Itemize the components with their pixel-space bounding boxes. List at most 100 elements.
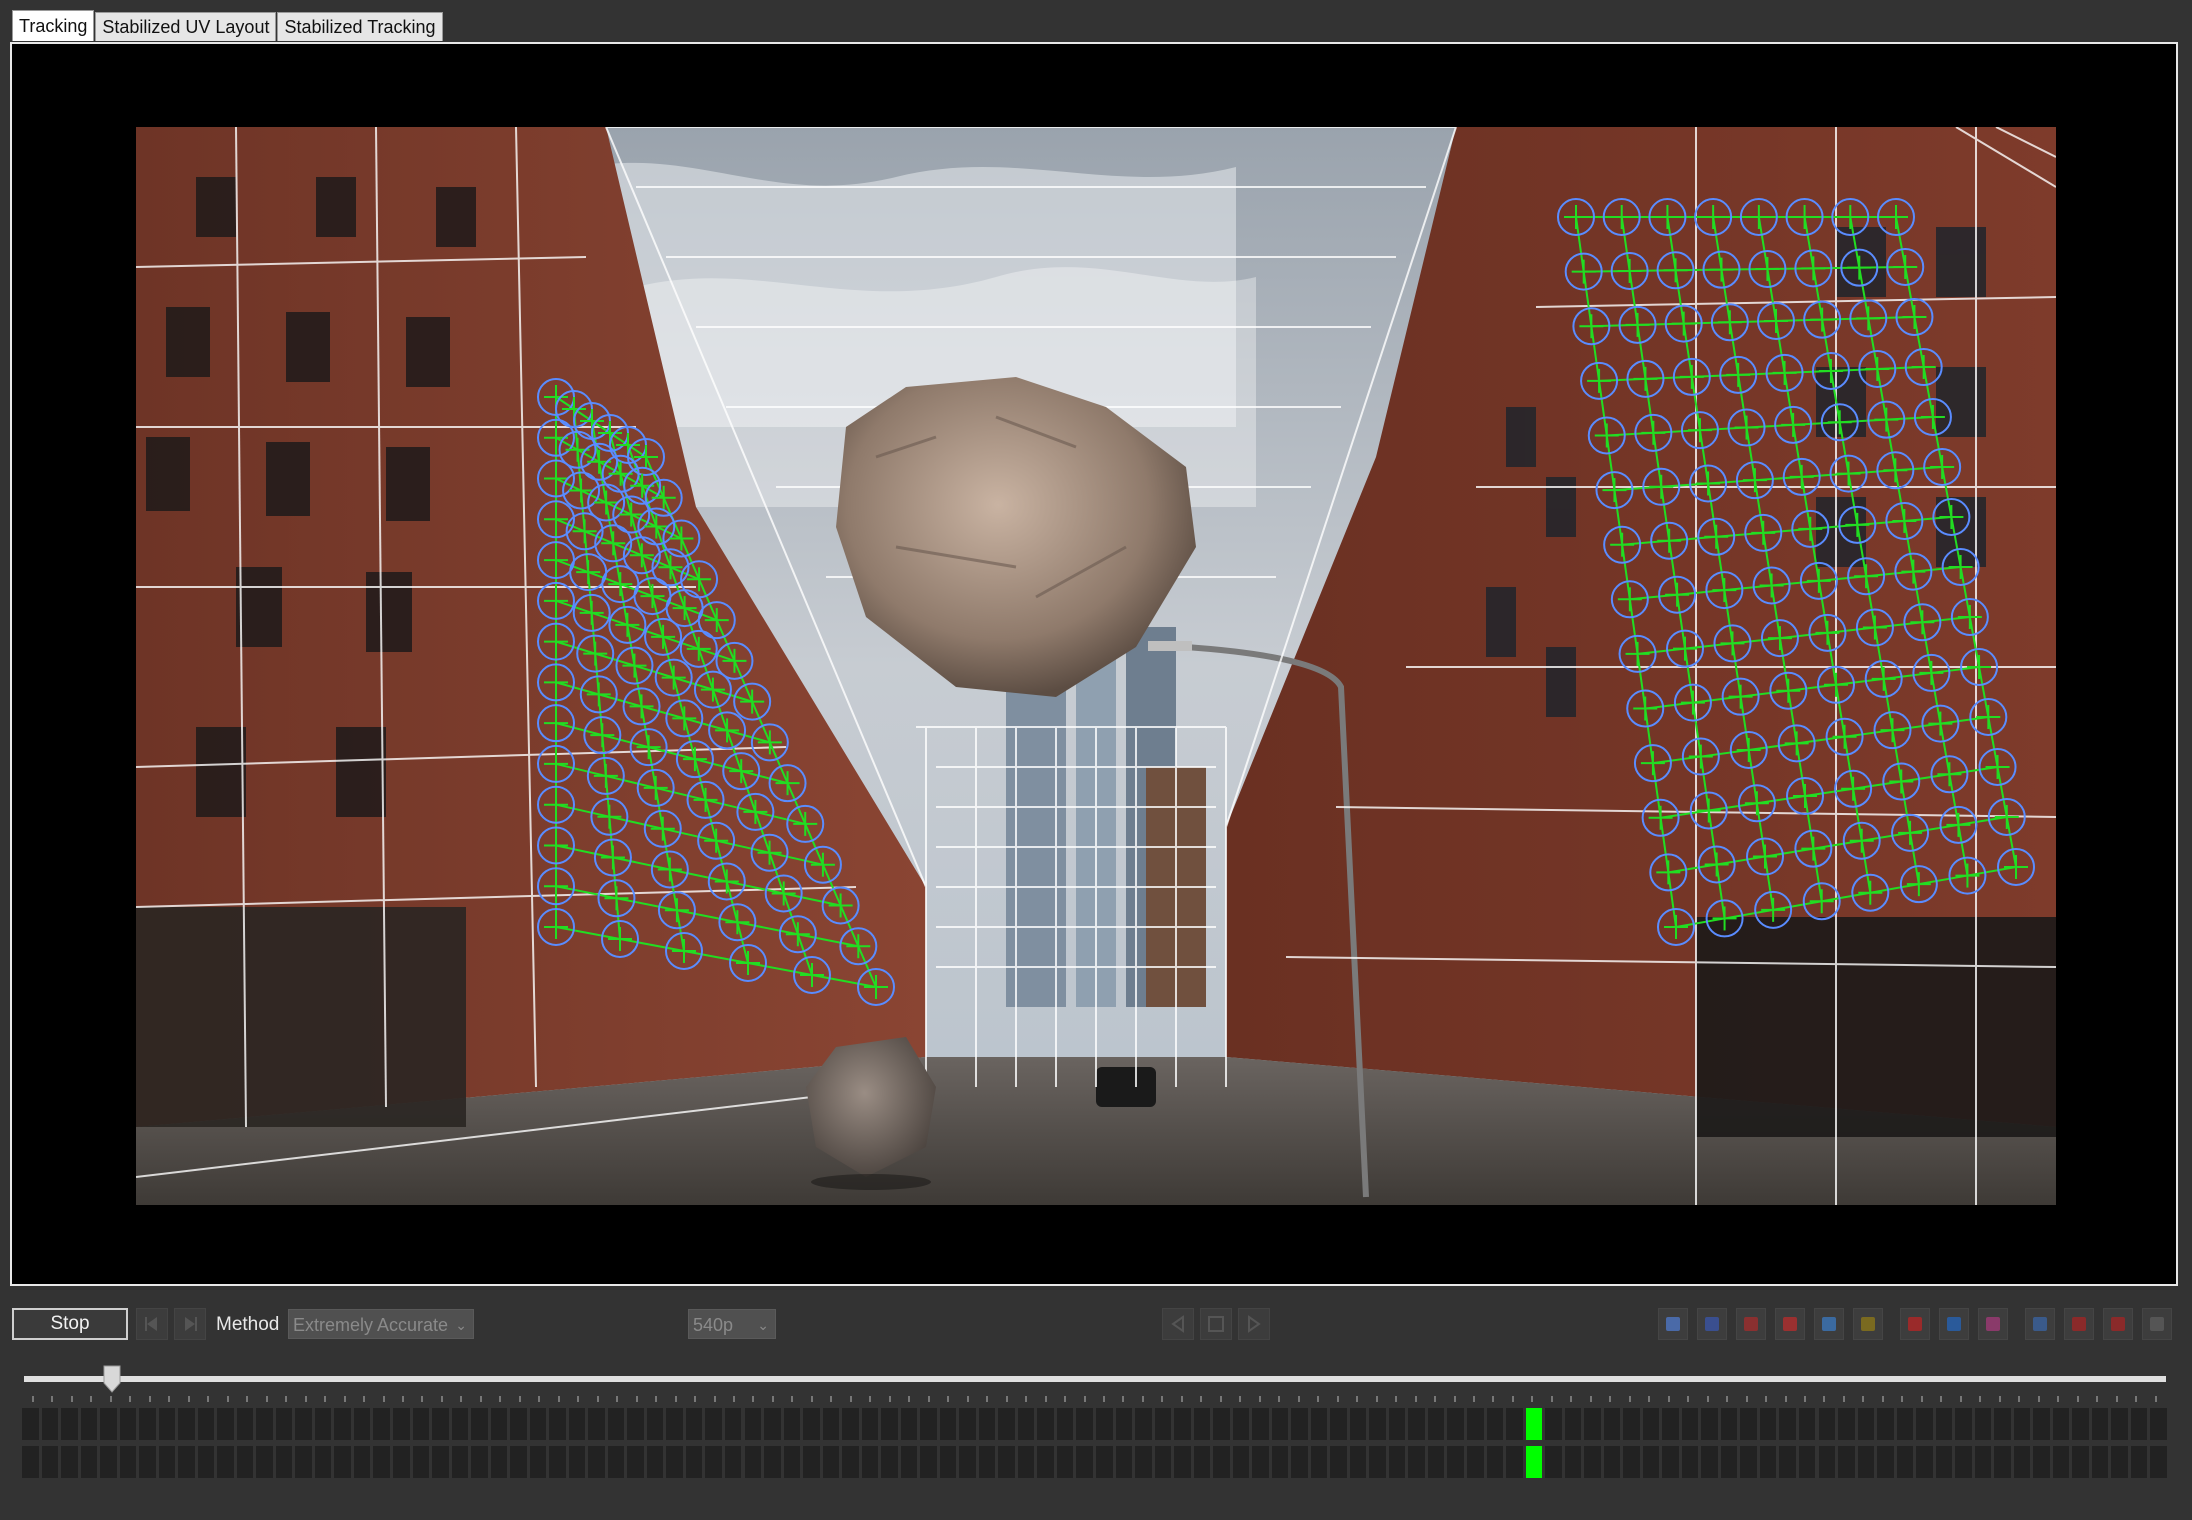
keyframe-cell[interactable] xyxy=(978,1408,996,1440)
keyframe-cell[interactable] xyxy=(1994,1446,2011,1478)
keyframe-cell[interactable] xyxy=(1349,1408,1367,1440)
tab-stabilized-uv-layout[interactable]: Stabilized UV Layout xyxy=(95,12,277,41)
keyframe-cell[interactable] xyxy=(236,1408,254,1440)
keyframe-cell[interactable] xyxy=(471,1446,488,1478)
keyframe-cell[interactable] xyxy=(1818,1446,1836,1478)
mask-button[interactable] xyxy=(1853,1308,1883,1340)
keyframe-cell[interactable] xyxy=(783,1446,801,1478)
tab-stabilized-tracking[interactable]: Stabilized Tracking xyxy=(277,12,443,41)
keyframe-cell[interactable] xyxy=(1330,1446,1347,1478)
keyframe-cell[interactable] xyxy=(1232,1446,1250,1478)
keyframe-cell[interactable] xyxy=(705,1408,722,1440)
keyframe-cell[interactable] xyxy=(1330,1408,1347,1440)
keyframe-cell[interactable] xyxy=(1291,1408,1308,1440)
grid-mixed-button[interactable] xyxy=(1978,1308,2008,1340)
keyframe-cell[interactable] xyxy=(2052,1408,2070,1440)
keyframe-cell[interactable] xyxy=(1974,1446,1992,1478)
keyframe-cell[interactable] xyxy=(490,1408,508,1440)
keyframe-cell[interactable] xyxy=(373,1446,390,1478)
keyframe-cell[interactable] xyxy=(119,1446,137,1478)
keyframe-cell[interactable] xyxy=(1701,1446,1718,1478)
keyframe-cell[interactable] xyxy=(1213,1408,1230,1440)
stop-button[interactable]: Stop xyxy=(12,1308,128,1340)
keyframe-cell[interactable] xyxy=(1857,1446,1875,1478)
play-backward-button[interactable] xyxy=(1162,1308,1194,1340)
keyframe-cell[interactable] xyxy=(764,1446,781,1478)
keyframe-cell[interactable] xyxy=(529,1446,547,1478)
keyframe-cell[interactable] xyxy=(490,1446,508,1478)
keyframe-cell[interactable] xyxy=(1681,1408,1699,1440)
keyframe-cell[interactable] xyxy=(158,1446,176,1478)
keyframe-cell[interactable] xyxy=(1076,1446,1093,1478)
keyframe-cell[interactable] xyxy=(1252,1446,1269,1478)
keyframe-cell[interactable] xyxy=(178,1446,195,1478)
keyframe-cell[interactable] xyxy=(61,1446,78,1478)
keyframe-cell[interactable] xyxy=(2013,1446,2031,1478)
keyframe-cell[interactable] xyxy=(1759,1408,1777,1440)
keyframe-cell[interactable] xyxy=(724,1446,742,1478)
keyframe-cell[interactable] xyxy=(1759,1446,1777,1478)
keyframe-cell[interactable] xyxy=(1174,1446,1191,1478)
keyframe-cell[interactable] xyxy=(1388,1408,1406,1440)
step-back-button[interactable] xyxy=(136,1308,168,1340)
keyframe-cell[interactable] xyxy=(432,1408,449,1440)
keyframe-cell[interactable] xyxy=(1037,1408,1054,1440)
keyframe-cell[interactable] xyxy=(959,1446,976,1478)
resolution-select[interactable]: 540p ⌄ xyxy=(688,1309,776,1339)
keyframe-cell[interactable] xyxy=(1701,1408,1718,1440)
keyframe-cell[interactable] xyxy=(100,1446,117,1478)
keyframe-cell[interactable] xyxy=(2013,1408,2031,1440)
keyframe-cell[interactable] xyxy=(1096,1446,1113,1478)
keyframe-cell[interactable] xyxy=(1310,1446,1328,1478)
keyframe-cell[interactable] xyxy=(1994,1408,2011,1440)
keyframe-cell-active[interactable] xyxy=(1525,1408,1543,1440)
keyframe-cell[interactable] xyxy=(1115,1446,1133,1478)
keyframe-cell[interactable] xyxy=(295,1446,312,1478)
keyframe-cell[interactable] xyxy=(41,1446,59,1478)
keyframe-cell[interactable] xyxy=(2033,1408,2050,1440)
keyframe-cell[interactable] xyxy=(1974,1408,1992,1440)
keyframe-cell[interactable] xyxy=(217,1446,234,1478)
step-forward-button[interactable] xyxy=(174,1308,206,1340)
keyframe-cell[interactable] xyxy=(1584,1446,1601,1478)
keyframe-cell[interactable] xyxy=(158,1408,176,1440)
keyframe-cell[interactable] xyxy=(1291,1446,1308,1478)
keyframe-cell[interactable] xyxy=(1154,1446,1172,1478)
keyframe-cell[interactable] xyxy=(646,1408,664,1440)
method-select[interactable]: Extremely Accurate ⌄ xyxy=(288,1309,474,1339)
keyframe-cell[interactable] xyxy=(1818,1408,1836,1440)
keyframe-cell[interactable] xyxy=(217,1408,234,1440)
keyframe-cell[interactable] xyxy=(314,1408,332,1440)
keyframe-cell[interactable] xyxy=(1427,1408,1445,1440)
keyframe-cell[interactable] xyxy=(1193,1446,1211,1478)
keyframe-cell[interactable] xyxy=(1506,1446,1523,1478)
keyframe-cell[interactable] xyxy=(1115,1408,1133,1440)
keyframe-cell[interactable] xyxy=(2072,1408,2089,1440)
keyframe-cell[interactable] xyxy=(822,1446,840,1478)
keyframe-cell[interactable] xyxy=(920,1408,937,1440)
keyframe-cell[interactable] xyxy=(2072,1446,2089,1478)
keyframe-cell[interactable] xyxy=(607,1446,625,1478)
keyframe-cell[interactable] xyxy=(1467,1408,1484,1440)
keyframe-cell[interactable] xyxy=(1603,1408,1621,1440)
keyframe-cell[interactable] xyxy=(197,1408,215,1440)
keyframe-cell[interactable] xyxy=(1213,1446,1230,1478)
keyframe-cell[interactable] xyxy=(1467,1446,1484,1478)
keyframe-cell[interactable] xyxy=(1056,1446,1074,1478)
keyframe-cell[interactable] xyxy=(1623,1446,1640,1478)
keyframe-cell[interactable] xyxy=(783,1408,801,1440)
keyframe-cell[interactable] xyxy=(1369,1446,1386,1478)
keyframe-cell[interactable] xyxy=(1584,1408,1601,1440)
keyframe-cell[interactable] xyxy=(822,1408,840,1440)
keyframe-cell[interactable] xyxy=(1896,1408,1914,1440)
keyframe-cell[interactable] xyxy=(978,1446,996,1478)
align-button[interactable] xyxy=(2025,1308,2055,1340)
keyframe-cell[interactable] xyxy=(1838,1408,1855,1440)
keyframe-cell[interactable] xyxy=(724,1408,742,1440)
keyframe-row-1[interactable] xyxy=(22,1408,2170,1440)
move-button[interactable] xyxy=(2064,1308,2094,1340)
keyframe-cell-active[interactable] xyxy=(1525,1446,1543,1478)
keyframe-cell[interactable] xyxy=(705,1446,722,1478)
keyframe-cell[interactable] xyxy=(1603,1446,1621,1478)
keyframe-cell[interactable] xyxy=(685,1446,703,1478)
